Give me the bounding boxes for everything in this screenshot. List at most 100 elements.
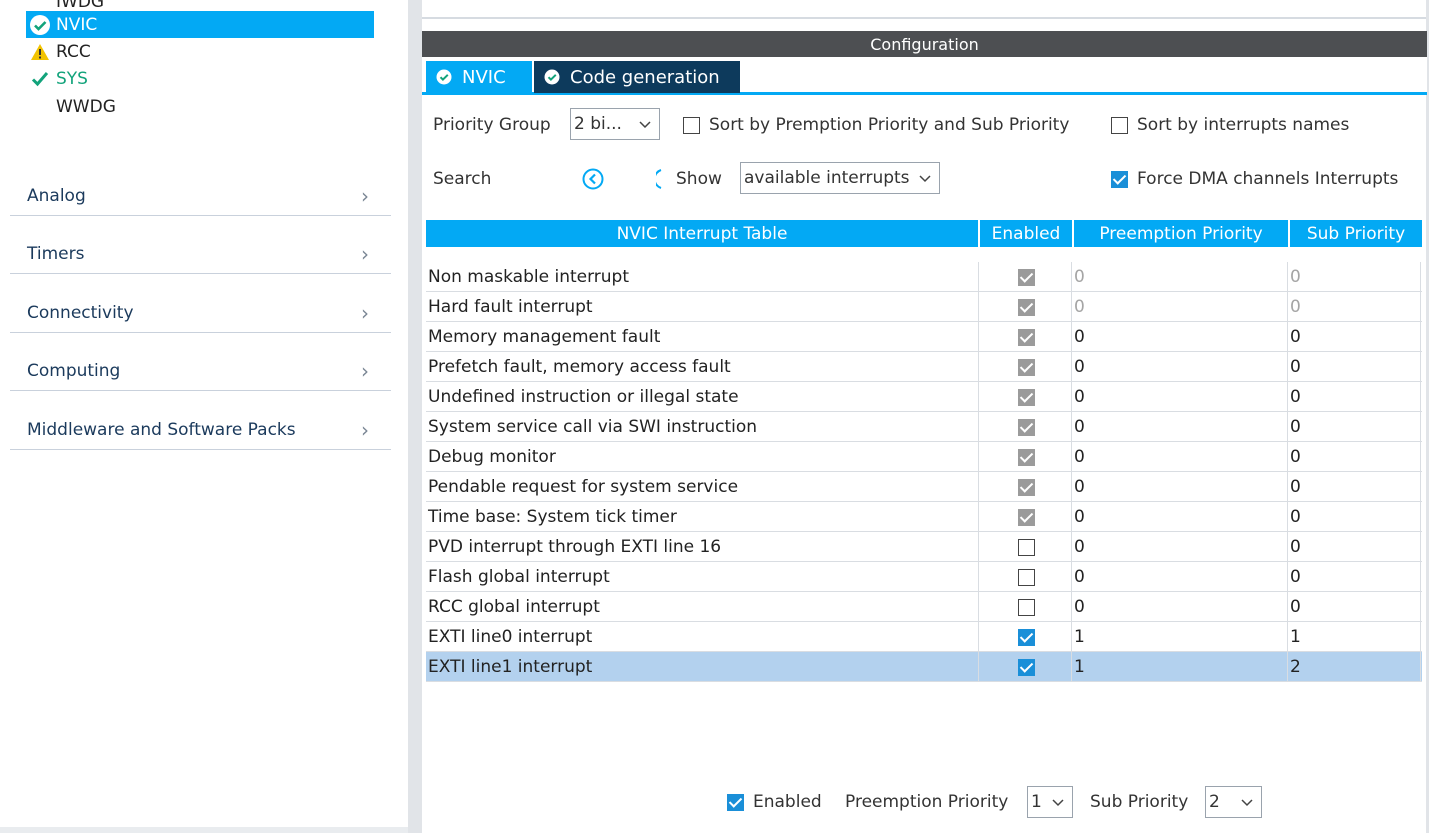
table-row[interactable]: Flash global interrupt 0 0 [426, 562, 1422, 592]
table-row[interactable]: System service call via SWI instruction 0… [426, 412, 1422, 442]
table-row[interactable]: Undefined instruction or illegal state 0 0 [426, 382, 1422, 412]
detail-preemption-value: 1 [1031, 792, 1042, 812]
preemption-priority-cell[interactable]: 0 [1072, 322, 1288, 352]
preemption-priority-cell[interactable]: 0 [1072, 532, 1288, 562]
show-select[interactable]: available interrupts [740, 162, 940, 194]
preemption-priority-cell: 0 [1072, 292, 1288, 322]
search-next-icon[interactable] [656, 166, 662, 192]
table-row[interactable]: Prefetch fault, memory access fault 0 0 [426, 352, 1422, 382]
detail-enabled-option[interactable]: Enabled [727, 786, 822, 818]
table-row[interactable]: Time base: System tick timer 0 0 [426, 502, 1422, 532]
scrollbar[interactable] [1426, 0, 1446, 833]
preemption-priority-cell[interactable]: 1 [1072, 652, 1288, 682]
preemption-priority-cell[interactable]: 1 [1072, 622, 1288, 652]
sub-priority-cell[interactable]: 0 [1288, 412, 1421, 442]
interrupt-name: Pendable request for system service [426, 472, 979, 502]
interrupt-name: EXTI line0 interrupt [426, 622, 979, 652]
category-computing[interactable]: Computing › [10, 351, 391, 391]
category-timers[interactable]: Timers › [10, 234, 391, 274]
enabled-checkbox[interactable] [1017, 598, 1035, 616]
enabled-checkbox[interactable] [1017, 538, 1035, 556]
category-middleware[interactable]: Middleware and Software Packs › [10, 410, 391, 450]
enabled-cell [979, 352, 1072, 382]
check-circle-icon [534, 69, 570, 85]
warning-icon [26, 38, 54, 65]
table-row[interactable]: PVD interrupt through EXTI line 16 0 0 [426, 532, 1422, 562]
table-row[interactable]: Debug monitor 0 0 [426, 442, 1422, 472]
interrupt-table-header: NVIC Interrupt Table Enabled Preemption … [426, 220, 1424, 247]
detail-preemption-label: Preemption Priority [845, 792, 1009, 812]
preemption-priority-cell[interactable]: 0 [1072, 412, 1288, 442]
category-label: Connectivity [27, 302, 134, 323]
preemption-priority-cell[interactable]: 0 [1072, 382, 1288, 412]
peripheral-item-wwdg[interactable]: WWDG [26, 93, 374, 120]
force-dma-checkbox[interactable] [1111, 170, 1128, 188]
search-prev-icon[interactable] [582, 166, 604, 192]
table-row[interactable]: Non maskable interrupt 0 0 [426, 262, 1422, 292]
category-analog[interactable]: Analog › [10, 176, 391, 216]
sort-names-option[interactable]: Sort by interrupts names [1111, 112, 1349, 138]
column-header-preemption[interactable]: Preemption Priority [1074, 220, 1288, 247]
sub-priority-cell[interactable]: 0 [1288, 352, 1421, 382]
sub-priority-cell[interactable]: 0 [1288, 532, 1421, 562]
peripheral-label: SYS [56, 68, 88, 89]
detail-preemption-select[interactable]: 1 [1027, 786, 1073, 818]
detail-enabled-checkbox[interactable] [727, 793, 744, 811]
panel-splitter[interactable] [408, 0, 422, 833]
peripheral-item-nvic[interactable]: NVIC [26, 11, 374, 38]
interrupt-name: Hard fault interrupt [426, 292, 979, 322]
enabled-checkbox[interactable] [1017, 628, 1035, 646]
preemption-priority-cell[interactable]: 0 [1072, 502, 1288, 532]
sub-priority-cell[interactable]: 2 [1288, 652, 1421, 682]
table-row[interactable]: EXTI line1 interrupt 1 2 [426, 652, 1422, 682]
preemption-priority-cell[interactable]: 0 [1072, 592, 1288, 622]
table-row[interactable]: RCC global interrupt 0 0 [426, 592, 1422, 622]
enabled-checkbox[interactable] [1017, 568, 1035, 586]
sub-priority-cell[interactable]: 0 [1288, 322, 1421, 352]
category-label: Analog [27, 185, 86, 206]
enabled-checkbox [1017, 418, 1035, 436]
sort-names-checkbox[interactable] [1111, 116, 1128, 134]
preemption-priority-cell[interactable]: 0 [1072, 352, 1288, 382]
enabled-checkbox [1017, 508, 1035, 526]
tab-code-generation[interactable]: Code generation [534, 61, 740, 93]
tab-nvic[interactable]: NVIC [426, 61, 532, 93]
column-header-enabled[interactable]: Enabled [980, 220, 1072, 247]
interrupt-name: RCC global interrupt [426, 592, 979, 622]
force-dma-option[interactable]: Force DMA channels Interrupts [1111, 166, 1398, 192]
interrupt-name: Flash global interrupt [426, 562, 979, 592]
preemption-priority-cell[interactable]: 0 [1072, 562, 1288, 592]
detail-sub-select[interactable]: 2 [1205, 786, 1262, 818]
enabled-cell [979, 592, 1072, 622]
preemption-priority-cell[interactable]: 0 [1072, 442, 1288, 472]
interrupt-name: Undefined instruction or illegal state [426, 382, 979, 412]
table-row[interactable]: Pendable request for system service 0 0 [426, 472, 1422, 502]
peripheral-label: IWDG [56, 0, 105, 12]
column-header-sub[interactable]: Sub Priority [1290, 220, 1422, 247]
sub-priority-cell[interactable]: 0 [1288, 502, 1421, 532]
sub-priority-cell[interactable]: 0 [1288, 382, 1421, 412]
sub-priority-cell[interactable]: 1 [1288, 622, 1421, 652]
priority-group-select[interactable]: 2 bi... [570, 108, 660, 140]
sub-priority-cell[interactable]: 0 [1288, 592, 1421, 622]
enabled-cell [979, 502, 1072, 532]
column-header-name[interactable]: NVIC Interrupt Table [426, 220, 978, 247]
sub-priority-cell[interactable]: 0 [1288, 562, 1421, 592]
detail-enabled-label: Enabled [753, 792, 822, 812]
check-circle-icon [426, 69, 462, 85]
peripheral-item-sys[interactable]: SYS [26, 65, 374, 92]
enabled-checkbox[interactable] [1017, 658, 1035, 676]
preemption-priority-cell[interactable]: 0 [1072, 472, 1288, 502]
sub-priority-cell[interactable]: 0 [1288, 442, 1421, 472]
sort-premption-checkbox[interactable] [683, 116, 700, 134]
sort-premption-option[interactable]: Sort by Premption Priority and Sub Prior… [683, 112, 1069, 138]
priority-group-value: 2 bi... [574, 114, 622, 134]
sub-priority-cell[interactable]: 0 [1288, 472, 1421, 502]
table-row[interactable]: Memory management fault 0 0 [426, 322, 1422, 352]
table-row[interactable]: EXTI line0 interrupt 1 1 [426, 622, 1422, 652]
table-row[interactable]: Hard fault interrupt 0 0 [426, 292, 1422, 322]
enabled-checkbox [1017, 388, 1035, 406]
enabled-checkbox [1017, 448, 1035, 466]
category-connectivity[interactable]: Connectivity › [10, 293, 391, 333]
peripheral-item-rcc[interactable]: RCC [26, 38, 374, 65]
